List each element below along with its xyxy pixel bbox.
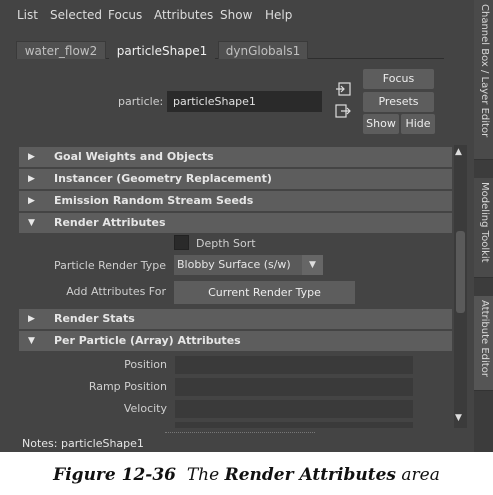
menu-list[interactable]: List [17,8,38,22]
section-emission-seeds[interactable]: ▶ Emission Random Stream Seeds [19,191,452,211]
attribute-scrollbar[interactable]: ▲ ▼ [454,145,467,428]
section-label: Goal Weights and Objects [54,150,214,163]
scroll-thumb[interactable] [456,231,465,313]
tab-particleshape1[interactable]: particleShape1 [109,41,215,59]
notes-label: Notes: particleShape1 [22,437,144,450]
section-label: Render Stats [54,312,135,325]
section-label: Per Particle (Array) Attributes [54,334,241,347]
hide-button[interactable]: Hide [401,114,435,134]
caption-bold: Render Attributes [224,465,396,485]
presets-button[interactable]: Presets [363,92,434,112]
figure-number: Figure 12-36 [53,465,176,485]
section-render-stats[interactable]: ▶ Render Stats [19,309,452,329]
attribute-editor-panel: List Selected Focus Attributes Show Help… [0,0,493,452]
side-tab-attribute-editor[interactable]: Attribute Editor [474,296,493,391]
menu-show[interactable]: Show [220,8,252,22]
depth-sort-label: Depth Sort [196,237,256,250]
expand-arrow-icon: ▶ [28,196,35,206]
ramp-position-field[interactable] [175,378,413,396]
tab-dynglobals1[interactable]: dynGlobals1 [218,41,308,59]
focus-input-icon[interactable] [335,82,351,96]
side-tab-modeling-toolkit[interactable]: Modeling Toolkit [474,178,493,278]
menu-selected[interactable]: Selected [50,8,102,22]
show-button[interactable]: Show [363,114,399,134]
side-tab-channel-box[interactable]: Channel Box / Layer Editor [474,0,493,160]
caption-the: The [186,465,220,485]
side-tab-label: Channel Box / Layer Editor [479,4,490,138]
velocity-label: Velocity [123,402,167,415]
figure-caption: Figure 12-36 The Render Attributes area [0,465,493,485]
velocity-field[interactable] [175,400,413,418]
resize-handle[interactable] [165,432,315,433]
menu-attributes[interactable]: Attributes [154,8,213,22]
particle-render-type-label: Particle Render Type [53,259,166,272]
menu-focus[interactable]: Focus [108,8,142,22]
focus-output-icon[interactable] [335,104,351,118]
particle-name-field[interactable] [167,91,322,112]
side-tab-label: Modeling Toolkit [479,182,490,263]
section-label: Emission Random Stream Seeds [54,194,254,207]
depth-sort-checkbox[interactable] [174,235,189,250]
section-label: Instancer (Geometry Replacement) [54,172,272,185]
position-label: Position [124,358,167,371]
expand-arrow-icon: ▶ [28,174,35,184]
section-instancer[interactable]: ▶ Instancer (Geometry Replacement) [19,169,452,189]
section-per-particle-attributes[interactable]: ▼ Per Particle (Array) Attributes [19,331,452,351]
current-render-type-button[interactable]: Current Render Type [174,281,355,304]
menu-help[interactable]: Help [265,8,292,22]
section-render-attributes[interactable]: ▼ Render Attributes [19,213,452,233]
dropdown-value: Blobby Surface (s/w) [177,258,291,271]
collapse-arrow-icon: ▼ [28,218,35,228]
menu-bar: List Selected Focus Attributes Show Help [0,0,474,30]
next-field-partial[interactable] [175,422,413,428]
scroll-down-icon[interactable]: ▼ [455,413,462,423]
focus-button[interactable]: Focus [363,69,434,89]
expand-arrow-icon: ▶ [28,152,35,162]
side-tab-label: Attribute Editor [479,300,490,377]
particle-label: particle: [118,95,164,108]
add-attributes-label: Add Attributes For [66,285,166,298]
position-field[interactable] [175,356,413,374]
scroll-up-icon[interactable]: ▲ [455,147,462,157]
section-goal-weights[interactable]: ▶ Goal Weights and Objects [19,147,452,167]
section-label: Render Attributes [54,216,166,229]
particle-render-type-dropdown[interactable]: Blobby Surface (s/w) ▼ [174,255,323,275]
expand-arrow-icon: ▶ [28,314,35,324]
caption-rest: area [401,465,440,485]
collapse-arrow-icon: ▼ [28,336,35,346]
chevron-down-icon: ▼ [302,255,323,275]
ramp-position-label: Ramp Position [88,380,167,393]
tab-water-flow2[interactable]: water_flow2 [16,41,106,59]
